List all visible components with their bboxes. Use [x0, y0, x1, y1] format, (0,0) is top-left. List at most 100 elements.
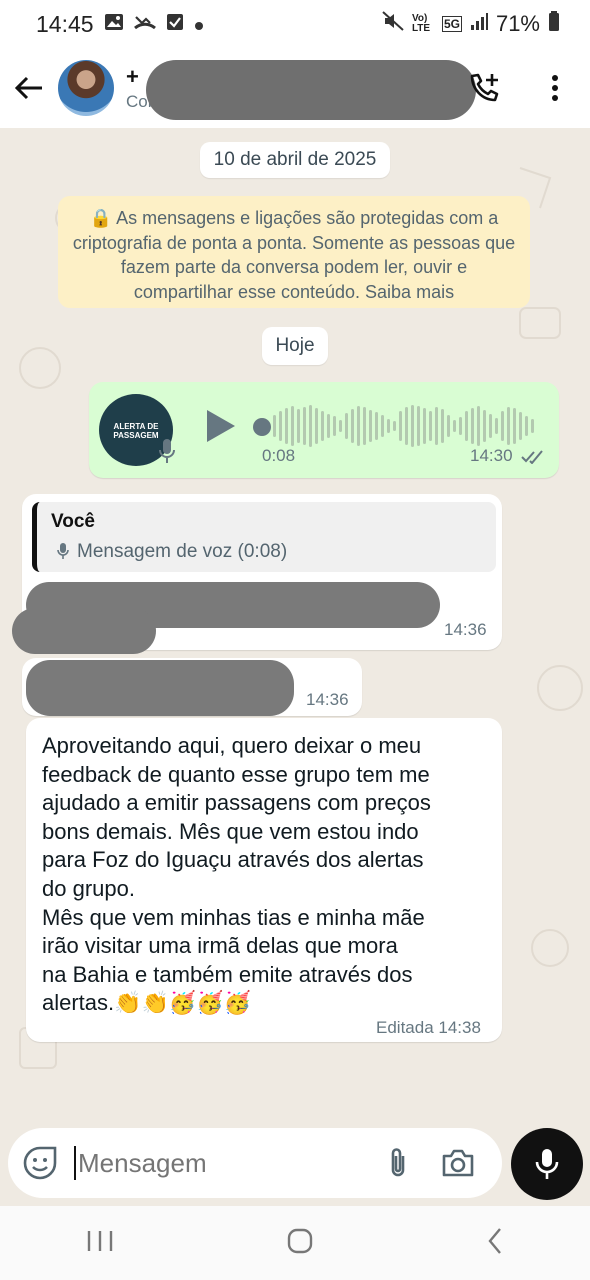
quoted-message[interactable]: Você Mensagem de voz (0:08): [32, 502, 496, 572]
mic-small-icon: [159, 438, 175, 469]
waveform-bar: [351, 409, 354, 443]
attach-button[interactable]: [368, 1133, 428, 1193]
home-button[interactable]: [286, 1227, 314, 1260]
waveform-bar: [441, 409, 444, 443]
battery-icon: [548, 11, 560, 37]
waveform-bar: [417, 406, 420, 446]
message-input[interactable]: [78, 1147, 368, 1179]
edited-time: Editada 14:38: [376, 1018, 481, 1037]
voice-time: 14:30: [470, 446, 513, 465]
system-navigation-bar: [0, 1206, 590, 1280]
gallery-icon: [104, 11, 124, 37]
read-checks-icon: [521, 450, 545, 469]
waveform-bar: [429, 411, 432, 441]
contact-avatar[interactable]: [58, 60, 114, 116]
more-options-button[interactable]: [520, 58, 590, 118]
waveform-bar: [411, 405, 414, 447]
waveform-bar: [513, 408, 516, 444]
waveform-bar: [507, 407, 510, 445]
voice-duration: 0:08: [262, 446, 296, 465]
mute-icon: [382, 11, 404, 37]
redaction-block: [12, 608, 156, 654]
waveform-bar: [363, 407, 366, 445]
battery-percent: 71%: [495, 11, 540, 36]
play-icon: [207, 410, 235, 442]
redaction-block: [146, 60, 476, 120]
home-icon: [287, 1228, 313, 1253]
camera-icon: [442, 1149, 474, 1177]
arrow-left-icon: [14, 76, 42, 100]
quoted-author: Você: [51, 511, 96, 532]
waveform-bar: [483, 410, 486, 442]
waveform-bar: [447, 415, 450, 437]
signal-icon: [470, 11, 488, 37]
kebab-menu-icon: [552, 75, 558, 101]
back-button[interactable]: [4, 63, 54, 113]
waveform-bar: [471, 408, 474, 444]
redaction-block: [26, 660, 294, 716]
message-time: 14:36: [306, 690, 349, 709]
sticker-icon: [23, 1146, 57, 1180]
waveform-bar: [519, 412, 522, 440]
waveform-bar: [501, 411, 504, 441]
dot-icon: [194, 11, 204, 37]
voice-waveform[interactable]: [273, 404, 543, 448]
voice-message-bubble[interactable]: ALERTA DE PASSAGEM 0:08 14:30: [89, 382, 559, 478]
waveform-bar: [435, 407, 438, 445]
waveform-bar: [393, 421, 396, 431]
waveform-bar: [399, 411, 402, 441]
waveform-bar: [297, 409, 300, 443]
waveform-bar: [405, 407, 408, 445]
waveform-bar: [453, 420, 456, 432]
waveform-bar: [387, 419, 390, 433]
waveform-bar: [345, 413, 348, 439]
status-bar: 14:45 Vo) LTE 5G 71%: [0, 0, 590, 48]
emoji-button[interactable]: [10, 1133, 70, 1193]
chat-header: + Conta: [0, 48, 590, 128]
waveform-bar: [489, 414, 492, 438]
waveform-bar: [285, 408, 288, 444]
waveform-bar: [477, 406, 480, 446]
waveform-bar: [339, 420, 342, 432]
waveform-bar: [273, 415, 276, 437]
text-cursor: [74, 1146, 76, 1180]
waveform-bar: [459, 417, 462, 435]
waveform-bar: [375, 412, 378, 440]
waveform-bar: [465, 411, 468, 441]
quoted-text: Mensagem de voz (0:08): [77, 541, 288, 562]
reply-message-bubble[interactable]: Você Mensagem de voz (0:08) 14:36: [12, 494, 502, 654]
waveform-bar: [333, 416, 336, 436]
waveform-bar: [423, 408, 426, 444]
voice-progress-handle[interactable]: [253, 418, 271, 436]
incoming-message-bubble[interactable]: 14:36: [22, 658, 362, 716]
paperclip-icon: [391, 1148, 405, 1177]
chat-area[interactable]: 10 de abril de 2025 🔒 As mensagens e lig…: [0, 128, 590, 1128]
feedback-message-bubble[interactable]: Aproveitando aqui, quero deixar o meu fe…: [26, 718, 502, 1042]
waveform-bar: [291, 406, 294, 446]
play-button[interactable]: [203, 408, 237, 449]
message-composer: [8, 1128, 502, 1198]
add-call-button[interactable]: [450, 58, 520, 118]
recents-icon: [87, 1230, 113, 1251]
waveform-bar: [381, 415, 384, 437]
camera-button[interactable]: [428, 1133, 488, 1193]
status-time: 14:45: [36, 10, 94, 37]
contact-name: +: [126, 64, 139, 89]
recents-button[interactable]: [86, 1229, 114, 1258]
encryption-notice[interactable]: 🔒 As mensagens e ligações são protegidas…: [58, 196, 530, 308]
5g-icon: 5G: [441, 16, 462, 32]
waveform-bar: [357, 406, 360, 446]
feedback-message-text: Aproveitando aqui, quero deixar o meu fe…: [42, 733, 431, 1016]
voice-record-button[interactable]: [511, 1128, 583, 1200]
contact-info[interactable]: + Conta: [126, 58, 476, 120]
mic-quote-icon: [57, 542, 69, 565]
waveform-bar: [303, 407, 306, 445]
missed-call-icon: [133, 11, 156, 37]
phone-plus-icon: [470, 73, 499, 102]
microphone-icon: [535, 1149, 559, 1179]
checkbox-icon: [166, 11, 184, 37]
chevron-left-icon: [488, 1227, 501, 1254]
back-nav-button[interactable]: [486, 1227, 504, 1260]
today-separator: Hoje: [262, 327, 328, 365]
waveform-bar: [531, 419, 534, 433]
